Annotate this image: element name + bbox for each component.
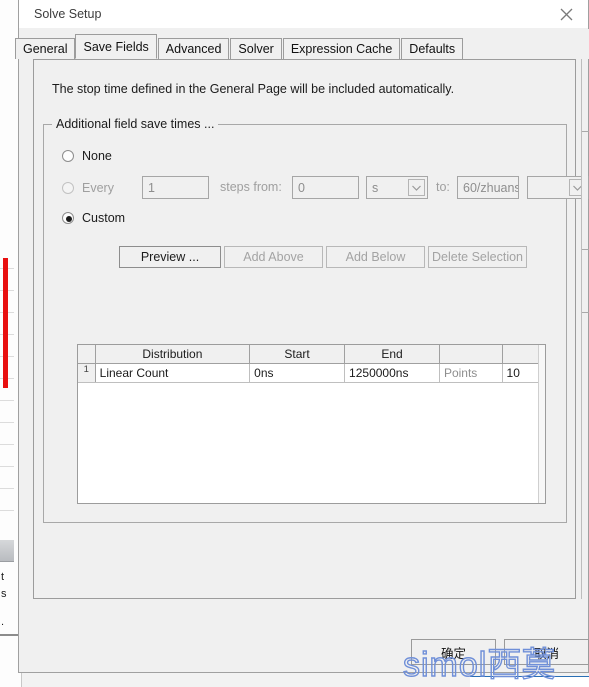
add-below-button[interactable]: Add Below — [326, 246, 425, 268]
button-label: Add Above — [243, 250, 304, 264]
background-red-indicator — [3, 258, 8, 388]
radio-custom-label: Custom — [82, 211, 126, 225]
to-value-input[interactable]: 60/zhuans — [457, 176, 519, 199]
cell-end[interactable]: 1250000ns — [344, 363, 440, 383]
to-unit-combo[interactable] — [527, 176, 589, 199]
add-above-button[interactable]: Add Above — [224, 246, 323, 268]
column-header-rownum[interactable] — [78, 345, 96, 364]
group-label: Additional field save times ... — [52, 117, 219, 131]
save-times-table[interactable]: Distribution Start End 1 Linear Count 0n… — [77, 344, 546, 504]
tab-general[interactable]: General — [15, 38, 76, 59]
tab-defaults[interactable]: Defaults — [401, 38, 464, 59]
cancel-label: 取消 — [533, 646, 559, 661]
chevron-down-icon[interactable] — [408, 179, 425, 196]
cell-distribution[interactable]: Linear Count — [95, 363, 251, 383]
background-divider — [0, 634, 18, 636]
tab-label: General — [23, 42, 68, 56]
column-header-end[interactable]: End — [344, 345, 440, 364]
background-text-fragment: . — [1, 616, 5, 628]
radio-row-every[interactable]: Every — [62, 179, 114, 197]
to-label: to: — [436, 180, 450, 194]
tab-label: Expression Cache — [290, 42, 393, 56]
scrollbar-tick — [582, 131, 589, 132]
radio-none-label: None — [82, 149, 112, 163]
background-gridline — [0, 444, 14, 445]
background-text-fragment: t — [1, 571, 5, 583]
close-icon[interactable] — [544, 0, 588, 29]
tab-label: Advanced — [165, 42, 222, 56]
background-gridline — [0, 400, 14, 401]
dialog-titlebar: Solve Setup — [19, 0, 588, 29]
table-header-row: Distribution Start End — [78, 345, 545, 364]
table-row[interactable]: 1 Linear Count 0ns 1250000ns Points 10 — [78, 363, 545, 383]
delete-selection-button[interactable]: Delete Selection — [428, 246, 527, 268]
background-toolbar-block — [0, 540, 14, 562]
ok-label: 确定 — [440, 646, 466, 661]
row-number: 1 — [78, 363, 96, 383]
background-gridline — [0, 422, 14, 423]
table-vertical-scrollbar[interactable] — [538, 345, 545, 503]
steps-from-input[interactable]: 0 — [292, 176, 359, 199]
button-label: Delete Selection — [431, 250, 524, 264]
tab-label: Defaults — [409, 42, 456, 56]
background-gridline — [0, 488, 14, 489]
panel-vertical-scrollbar[interactable] — [581, 59, 589, 599]
from-unit-value: s — [372, 181, 379, 195]
radio-every[interactable] — [62, 182, 74, 194]
background-taskbar-sliver — [470, 676, 589, 687]
tab-strip: General Save Fields Advanced Solver Expr… — [15, 29, 589, 59]
background-gridline — [0, 466, 14, 467]
save-fields-panel: The stop time defined in the General Pag… — [33, 59, 589, 599]
cell-start[interactable]: 0ns — [249, 363, 346, 383]
button-label: Add Below — [345, 250, 406, 264]
background-gridline — [0, 510, 14, 511]
from-unit-combo[interactable]: s — [366, 176, 428, 199]
tab-solver[interactable]: Solver — [230, 38, 282, 59]
column-header-start[interactable]: Start — [249, 345, 346, 364]
every-count-input[interactable]: 1 — [142, 176, 209, 199]
scrollbar-tick — [582, 312, 589, 313]
tab-expression-cache[interactable]: Expression Cache — [282, 38, 401, 59]
radio-row-none[interactable]: None — [62, 147, 112, 165]
radio-every-label: Every — [82, 181, 114, 195]
radio-none[interactable] — [62, 150, 74, 162]
column-header-distribution[interactable]: Distribution — [95, 345, 251, 364]
button-label: Preview ... — [140, 250, 200, 264]
ok-button[interactable]: 确定 — [411, 639, 496, 665]
solve-setup-dialog: Solve Setup General Save Fields Advanced… — [15, 0, 589, 673]
tab-label: Save Fields — [83, 39, 149, 54]
preview-button[interactable]: Preview ... — [119, 246, 221, 268]
radio-row-custom[interactable]: Custom — [62, 209, 125, 227]
cancel-button[interactable]: 取消 — [504, 639, 589, 665]
column-header-unit[interactable] — [439, 345, 503, 364]
dialog-title: Solve Setup — [34, 7, 102, 21]
steps-from-label: steps from: — [220, 180, 282, 194]
additional-field-save-times-group: Additional field save times ... None Eve… — [43, 117, 589, 523]
radio-custom[interactable] — [62, 212, 74, 224]
info-text: The stop time defined in the General Pag… — [52, 82, 455, 96]
tab-label: Solver — [238, 42, 274, 56]
background-text-fragment: s — [1, 588, 7, 600]
tab-save-fields[interactable]: Save Fields — [75, 34, 157, 59]
tab-advanced[interactable]: Advanced — [157, 38, 230, 59]
cell-unit-label[interactable]: Points — [439, 363, 503, 383]
scrollbar-tick — [582, 249, 589, 250]
